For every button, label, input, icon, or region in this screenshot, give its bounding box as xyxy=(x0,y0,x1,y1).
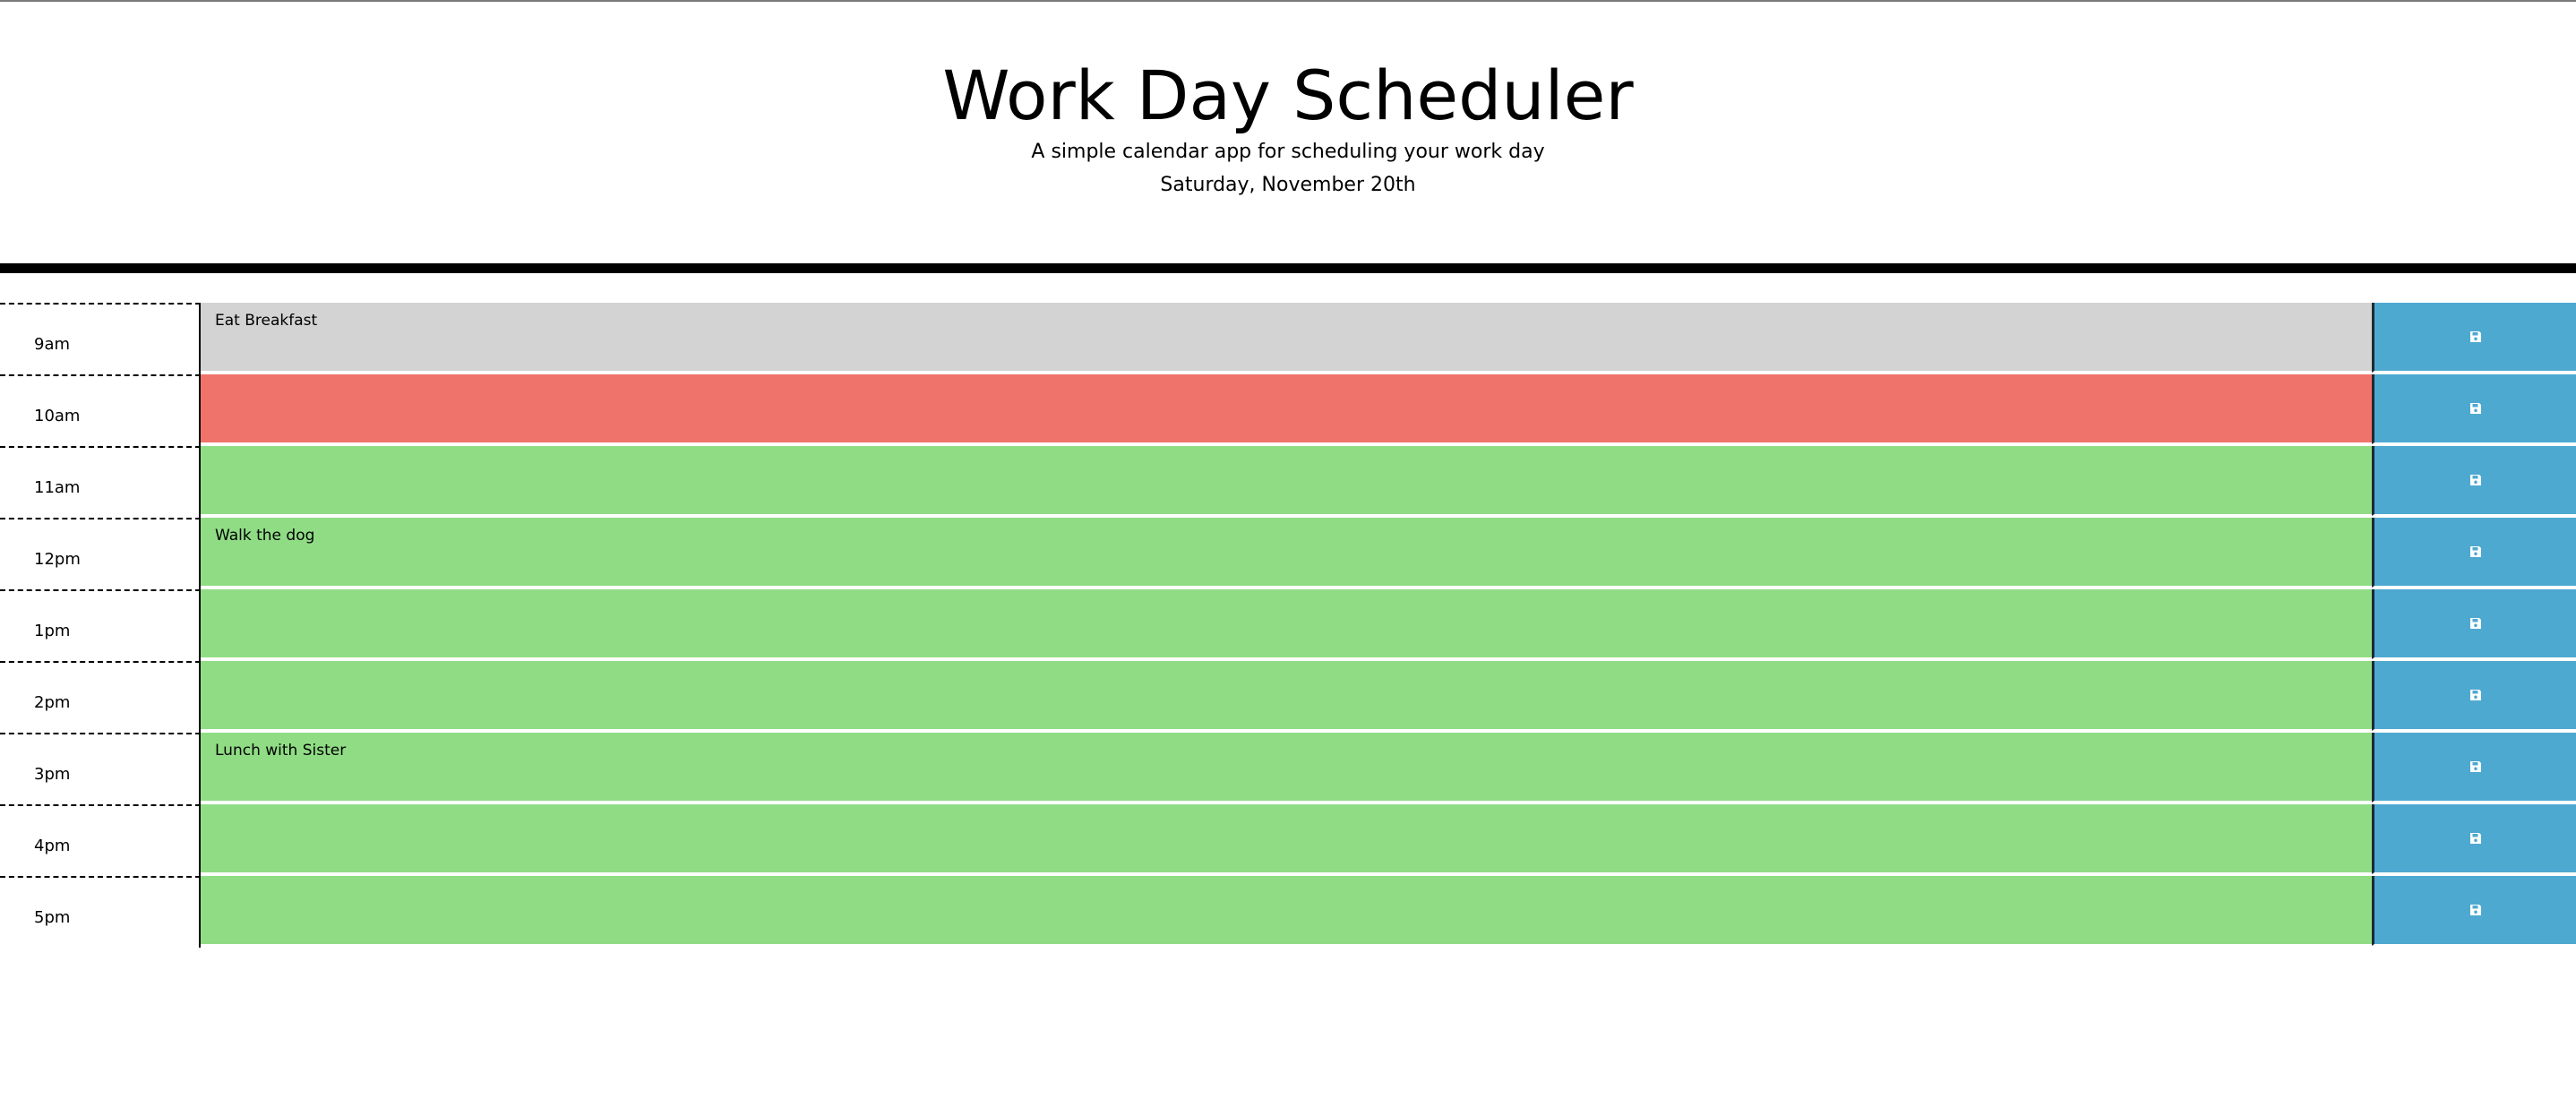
hour-text: 10am xyxy=(34,407,81,425)
time-block-row: 12pm Walk the dog xyxy=(0,518,2576,589)
event-description-field[interactable]: Walk the dog xyxy=(201,518,2372,588)
time-block-row: 1pm xyxy=(0,589,2576,661)
time-block-row: 5pm xyxy=(0,876,2576,948)
current-day: Saturday, November 20th xyxy=(1160,174,1416,196)
save-button[interactable] xyxy=(2372,733,2576,803)
save-button[interactable] xyxy=(2372,518,2576,588)
event-description-field[interactable] xyxy=(201,661,2372,731)
hour-label: 4pm xyxy=(0,804,201,876)
floppy-disk-icon xyxy=(2469,475,2481,485)
hour-label: 9am xyxy=(0,303,201,374)
header-divider xyxy=(0,263,2576,273)
time-block-row: 4pm xyxy=(0,804,2576,876)
hour-label: 3pm xyxy=(0,733,201,804)
hour-text: 1pm xyxy=(34,622,71,640)
floppy-disk-icon xyxy=(2469,618,2481,629)
hour-text: 2pm xyxy=(34,693,71,712)
hour-text: 4pm xyxy=(34,837,71,855)
page-title: Work Day Scheduler xyxy=(942,56,1634,135)
event-description-field[interactable] xyxy=(201,446,2372,516)
save-button[interactable] xyxy=(2372,374,2576,444)
hour-text: 5pm xyxy=(34,908,71,927)
hour-label: 12pm xyxy=(0,518,201,589)
save-button[interactable] xyxy=(2372,303,2576,373)
time-block-row: 9am Eat Breakfast xyxy=(0,303,2576,374)
event-description-field[interactable] xyxy=(201,876,2372,946)
hour-label: 11am xyxy=(0,446,201,518)
save-button[interactable] xyxy=(2372,876,2576,946)
floppy-disk-icon xyxy=(2469,690,2481,700)
hour-text: 12pm xyxy=(34,550,81,569)
floppy-disk-icon xyxy=(2469,833,2481,844)
time-block-list: 9am Eat Breakfast 10am 11am 12pm Walk the dog… xyxy=(0,303,2576,948)
time-block-row: 11am xyxy=(0,446,2576,518)
floppy-disk-icon xyxy=(2469,905,2481,915)
hour-label: 1pm xyxy=(0,589,201,661)
event-description-field[interactable] xyxy=(201,589,2372,659)
event-description-field[interactable] xyxy=(201,804,2372,874)
hour-text: 9am xyxy=(34,335,71,354)
header: Work Day Scheduler A simple calendar app… xyxy=(0,0,2576,263)
time-block-row: 3pm Lunch with Sister xyxy=(0,733,2576,804)
hour-text: 3pm xyxy=(34,765,71,784)
time-block-row: 10am xyxy=(0,374,2576,446)
event-description-field[interactable]: Eat Breakfast xyxy=(201,303,2372,373)
hour-text: 11am xyxy=(34,478,81,497)
save-button[interactable] xyxy=(2372,446,2576,516)
save-button[interactable] xyxy=(2372,804,2576,874)
page-subtitle: A simple calendar app for scheduling you… xyxy=(1031,141,1545,163)
save-button[interactable] xyxy=(2372,661,2576,731)
floppy-disk-icon xyxy=(2469,403,2481,414)
save-button[interactable] xyxy=(2372,589,2576,659)
hour-label: 5pm xyxy=(0,876,201,948)
event-description-field[interactable]: Lunch with Sister xyxy=(201,733,2372,803)
time-block-row: 2pm xyxy=(0,661,2576,733)
event-description-field[interactable] xyxy=(201,374,2372,444)
floppy-disk-icon xyxy=(2469,761,2481,772)
hour-label: 10am xyxy=(0,374,201,446)
floppy-disk-icon xyxy=(2469,331,2481,342)
floppy-disk-icon xyxy=(2469,546,2481,557)
hour-label: 2pm xyxy=(0,661,201,733)
